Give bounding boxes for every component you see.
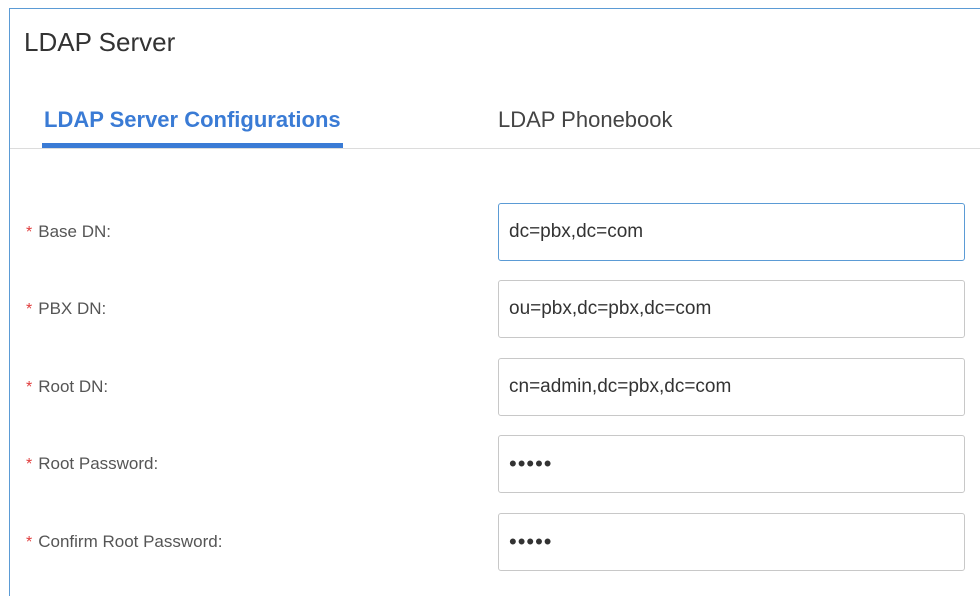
required-marker: * [26, 534, 33, 551]
confirm-root-password-label: * Confirm Root Password: [26, 532, 223, 551]
root-password-label: * Root Password: [26, 454, 159, 473]
required-marker: * [26, 456, 33, 473]
confirm-root-password-input[interactable] [498, 513, 965, 571]
root-dn-input[interactable] [498, 358, 965, 416]
required-marker: * [26, 379, 33, 396]
base-dn-input[interactable] [498, 203, 965, 261]
required-marker: * [26, 301, 33, 318]
required-marker: * [26, 224, 33, 241]
pbx-dn-input[interactable] [498, 280, 965, 338]
form-row-root-dn: * Root DN: [10, 358, 980, 416]
form-row-pbx-dn: * PBX DN: [10, 280, 980, 338]
tab-bar: LDAP Server Configurations LDAP Phoneboo… [10, 101, 980, 149]
form-row-base-dn: * Base DN: [10, 203, 980, 261]
base-dn-label: * Base DN: [26, 222, 111, 241]
root-password-input[interactable] [498, 435, 965, 493]
form-row-root-password: * Root Password: [10, 435, 980, 493]
page-title: LDAP Server [24, 27, 176, 57]
form-row-confirm-root-password: * Confirm Root Password: [10, 513, 980, 571]
ldap-server-panel: LDAP Server LDAP Server Configurations L… [9, 8, 980, 596]
tab-ldap-phonebook[interactable]: LDAP Phonebook [498, 101, 673, 148]
root-dn-label: * Root DN: [26, 377, 109, 396]
pbx-dn-label: * PBX DN: [26, 299, 107, 318]
tab-ldap-server-configurations[interactable]: LDAP Server Configurations [42, 101, 343, 148]
